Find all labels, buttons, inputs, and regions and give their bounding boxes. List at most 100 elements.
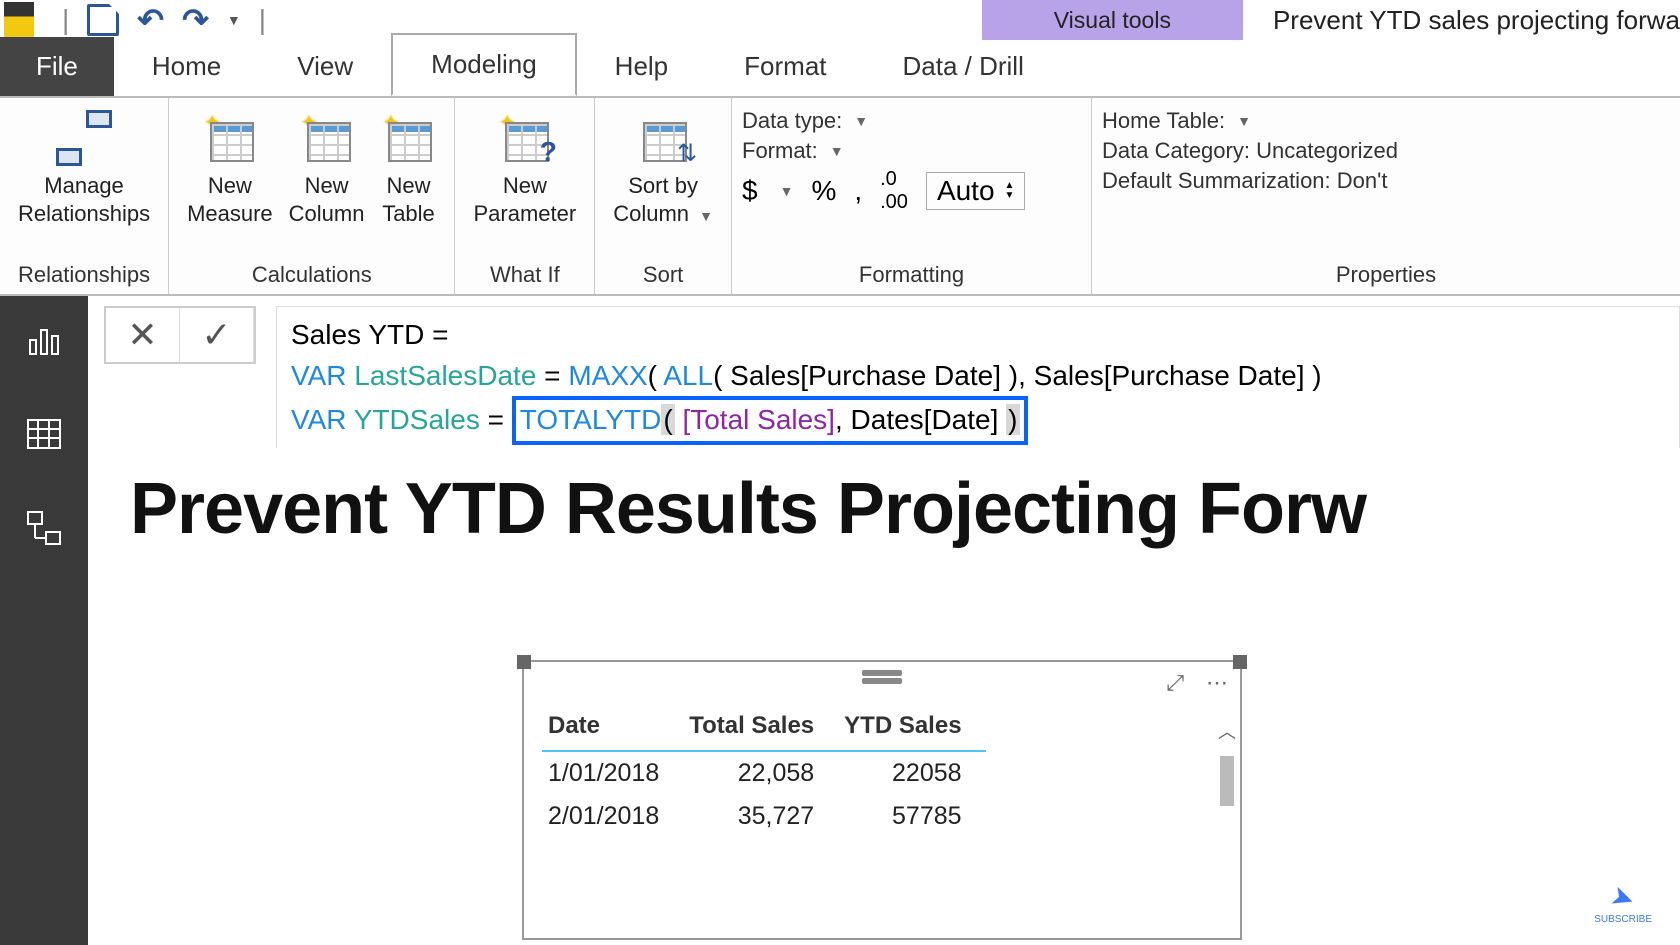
- redo-icon[interactable]: ↷: [182, 1, 209, 39]
- column-header-ytd-sales[interactable]: YTD Sales: [838, 704, 985, 751]
- save-icon[interactable]: [87, 4, 119, 36]
- percent-button[interactable]: %: [811, 175, 836, 207]
- tab-format[interactable]: Format: [706, 37, 864, 96]
- decimal-places-input[interactable]: Auto▲▼: [926, 172, 1026, 210]
- tab-modeling[interactable]: Modeling: [391, 33, 577, 96]
- format-dropdown-icon[interactable]: ▼: [830, 143, 844, 159]
- default-summarization-label: Default Summarization: Don't: [1102, 168, 1387, 194]
- focus-mode-icon[interactable]: ⤢: [1166, 670, 1184, 696]
- sort-by-column-label: Sort by Column ▼: [613, 172, 713, 227]
- quick-access-toolbar: | ↶ ↷ ▼ |: [62, 1, 266, 39]
- formula-highlighted-segment: TOTALYTD( [Total Sales], Dates[Date] ): [512, 396, 1028, 445]
- column-header-date[interactable]: Date: [542, 704, 683, 751]
- table-row[interactable]: 2/01/2018 35,727 57785: [542, 795, 986, 838]
- new-table-button[interactable]: ✦ New Table: [372, 104, 444, 233]
- new-parameter-button[interactable]: ✦? New Parameter: [465, 104, 584, 233]
- new-column-icon: ✦: [299, 110, 355, 166]
- group-label-properties: Properties: [1102, 258, 1670, 292]
- sort-by-column-button[interactable]: ⇅ Sort by Column ▼: [605, 104, 721, 233]
- home-table-label: Home Table:: [1102, 108, 1225, 134]
- report-view-button[interactable]: [22, 318, 66, 362]
- manage-relationships-label: Manage Relationships: [18, 172, 150, 227]
- formula-measure-name: Sales YTD: [291, 319, 424, 350]
- group-label-sort: Sort: [605, 258, 721, 292]
- document-title: Prevent YTD sales projecting forwa: [1273, 5, 1680, 36]
- formula-keyword: VAR: [291, 404, 347, 435]
- subscribe-watermark: ➤ SUBSCRIBE: [1594, 881, 1652, 925]
- thousands-separator-button[interactable]: ,: [854, 175, 862, 207]
- group-calculations: ✦ New Measure ✦ New Column ✦ New Table C…: [169, 98, 455, 294]
- sort-by-column-icon: ⇅: [635, 110, 691, 166]
- scroll-up-icon[interactable]: ︿: [1218, 718, 1236, 744]
- group-label-formatting: Formatting: [742, 258, 1081, 292]
- formula-function: ALL: [663, 360, 713, 391]
- title-bar: | ↶ ↷ ▼ | Visual tools Prevent YTD sales…: [0, 0, 1680, 40]
- formula-keyword: VAR: [291, 360, 347, 391]
- scroll-thumb[interactable]: [1220, 756, 1234, 806]
- new-measure-label: New Measure: [187, 172, 273, 227]
- formula-text: =: [424, 319, 448, 350]
- formula-function: MAXX: [568, 360, 647, 391]
- new-column-button[interactable]: ✦ New Column: [281, 104, 373, 233]
- model-view-button[interactable]: [22, 506, 66, 550]
- column-header-total-sales[interactable]: Total Sales: [683, 704, 838, 751]
- formula-controls: ✕ ✓: [104, 306, 256, 364]
- new-table-icon: ✦: [380, 110, 436, 166]
- data-type-dropdown-icon[interactable]: ▼: [854, 113, 868, 129]
- table-row[interactable]: 1/01/2018 22,058 22058: [542, 751, 986, 795]
- tab-help[interactable]: Help: [577, 37, 706, 96]
- commit-formula-button[interactable]: ✓: [180, 308, 254, 362]
- vertical-scrollbar[interactable]: ︿: [1218, 718, 1236, 928]
- group-sort: ⇅ Sort by Column ▼ Sort: [595, 98, 732, 294]
- new-parameter-icon: ✦?: [497, 110, 553, 166]
- manage-relationships-button[interactable]: Manage Relationships: [10, 104, 158, 233]
- data-type-label: Data type:: [742, 108, 842, 134]
- group-properties: Home Table: ▼ Data Category: Uncategorize…: [1092, 98, 1680, 294]
- formula-variable: YTDSales: [354, 404, 480, 435]
- resize-handle-icon[interactable]: [517, 655, 531, 669]
- group-what-if: ✦? New Parameter What If: [455, 98, 595, 294]
- group-formatting: Data type:▼ Format:▼ $▼ % , .0.00 Auto▲▼…: [732, 98, 1092, 294]
- page-title: Prevent YTD Results Projecting Forw: [130, 468, 1654, 550]
- tab-data-drill[interactable]: Data / Drill: [865, 37, 1062, 96]
- currency-button[interactable]: $: [742, 175, 758, 207]
- format-label: Format:: [742, 138, 818, 164]
- new-parameter-label: New Parameter: [473, 172, 576, 227]
- separator: |: [259, 4, 266, 36]
- tab-view[interactable]: View: [259, 37, 391, 96]
- new-measure-button[interactable]: ✦ New Measure: [179, 104, 281, 233]
- tab-file[interactable]: File: [0, 37, 114, 96]
- data-view-button[interactable]: [22, 412, 66, 456]
- new-table-label: New Table: [382, 172, 435, 227]
- tab-home[interactable]: Home: [114, 37, 259, 96]
- table-visual[interactable]: ⤢ ⋯ Date Total Sales YTD Sales 1/01/2018…: [522, 660, 1242, 940]
- resize-handle-icon[interactable]: [1233, 655, 1247, 669]
- undo-icon[interactable]: ↶: [137, 1, 164, 39]
- formula-function: TOTALYTD: [520, 404, 662, 435]
- manage-relationships-icon: [56, 110, 112, 166]
- group-label-relationships: Relationships: [10, 258, 158, 292]
- formula-editor[interactable]: Sales YTD = VAR LastSalesDate = MAXX( AL…: [276, 306, 1680, 454]
- qat-dropdown-icon[interactable]: ▼: [227, 12, 241, 28]
- separator: |: [62, 4, 69, 36]
- left-nav: [0, 296, 88, 945]
- formula-bar: ✕ ✓ Sales YTD = VAR LastSalesDate = MAXX…: [104, 306, 1680, 364]
- visual-tools-contextual-tab[interactable]: Visual tools: [982, 0, 1243, 40]
- home-table-dropdown-icon[interactable]: ▼: [1237, 113, 1251, 129]
- new-column-label: New Column: [289, 172, 365, 227]
- ribbon: Manage Relationships Relationships ✦ New…: [0, 96, 1680, 296]
- app-logo-icon: [4, 2, 34, 38]
- data-category-label: Data Category: Uncategorized: [1102, 138, 1398, 164]
- report-canvas[interactable]: Prevent YTD Results Projecting Forw ⤢ ⋯ …: [104, 448, 1680, 945]
- group-relationships: Manage Relationships Relationships: [0, 98, 169, 294]
- group-label-calculations: Calculations: [179, 258, 444, 292]
- decimals-button[interactable]: .0.00: [880, 168, 908, 214]
- cancel-formula-button[interactable]: ✕: [106, 308, 180, 362]
- group-label-whatif: What If: [465, 258, 584, 292]
- formula-measure-ref: [Total Sales]: [682, 404, 835, 435]
- more-options-icon[interactable]: ⋯: [1206, 670, 1228, 696]
- new-measure-icon: ✦: [202, 110, 258, 166]
- drag-grip-icon[interactable]: [862, 670, 902, 676]
- formula-variable: LastSalesDate: [354, 360, 536, 391]
- ribbon-tabs: File Home View Modeling Help Format Data…: [0, 40, 1680, 96]
